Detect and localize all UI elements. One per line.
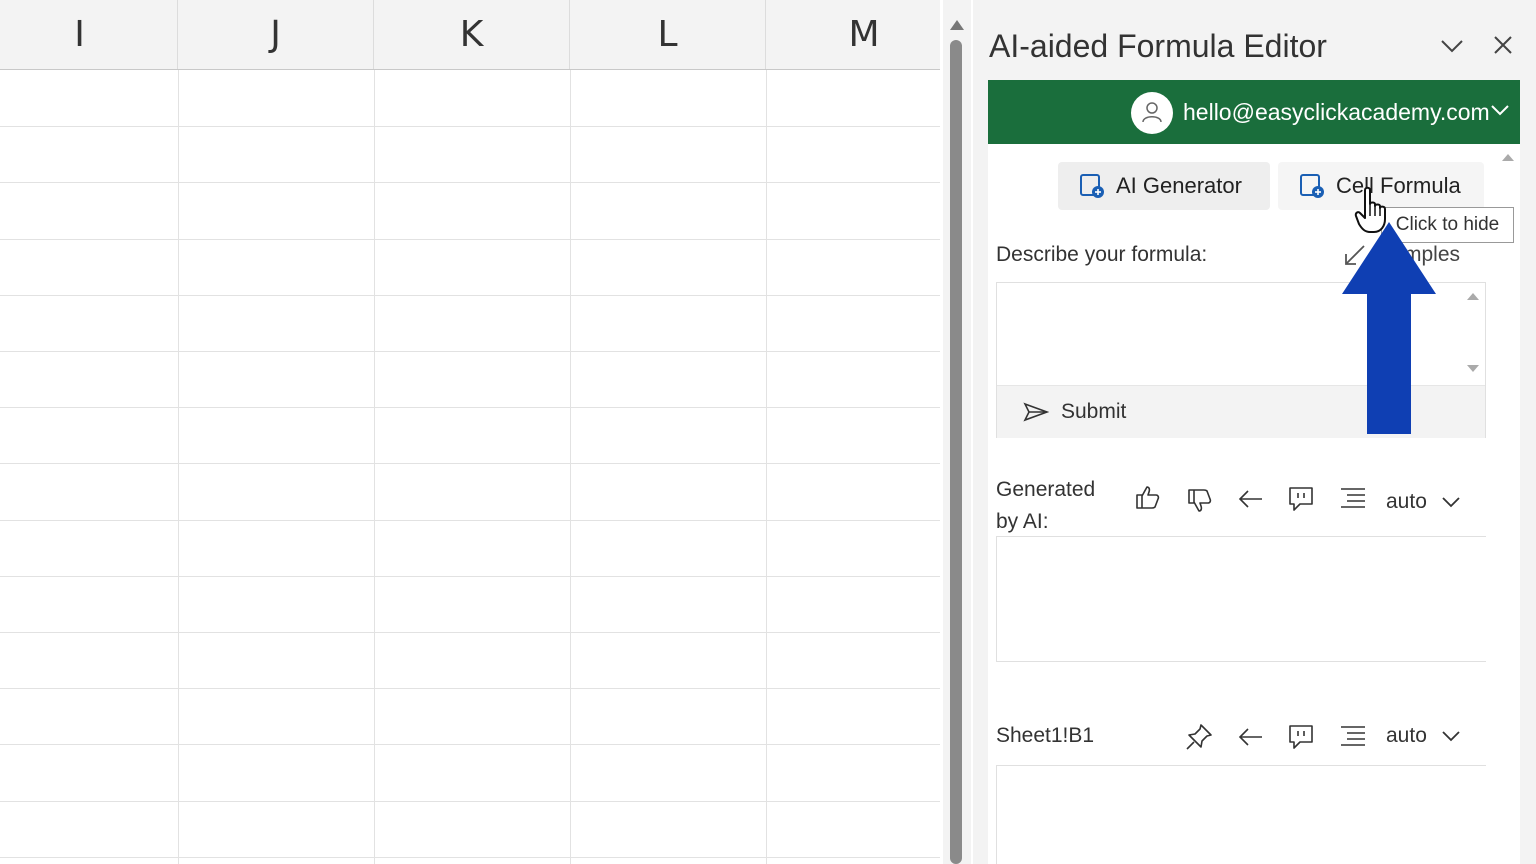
task-pane: AI-aided Formula Editor hello@easyclicka… xyxy=(973,0,1536,864)
column-header-k[interactable]: K xyxy=(374,0,570,69)
grid-row-line xyxy=(0,295,940,296)
user-icon xyxy=(1142,102,1162,123)
pin-icon[interactable] xyxy=(1184,722,1214,752)
close-icon[interactable] xyxy=(1491,33,1515,57)
chevron-down-icon[interactable] xyxy=(1490,102,1510,118)
generated-formula-output[interactable] xyxy=(996,536,1486,662)
comment-icon[interactable] xyxy=(1286,722,1316,752)
addin-body: AI Generator Cell Formula Describe your … xyxy=(988,144,1520,864)
add-document-icon xyxy=(1080,174,1104,198)
grid-row-line xyxy=(0,407,940,408)
prompt-scroll-down-arrow[interactable] xyxy=(1467,365,1479,372)
chevron-down-icon xyxy=(1442,497,1460,508)
add-document-icon xyxy=(1300,174,1324,198)
grid-row-line xyxy=(0,632,940,633)
cell-mode-select[interactable]: auto xyxy=(1386,724,1461,748)
comment-icon[interactable] xyxy=(1286,484,1316,514)
grid-row-line xyxy=(0,520,940,521)
tab-ai-generator[interactable]: AI Generator xyxy=(1058,162,1270,210)
grid-row-line xyxy=(0,463,940,464)
align-lines-icon[interactable] xyxy=(1338,484,1368,514)
arrow-left-icon[interactable] xyxy=(1236,484,1266,514)
thumbs-down-icon[interactable] xyxy=(1184,486,1214,516)
sheet-vertical-scrollbar[interactable] xyxy=(943,0,971,864)
cell-formula-output[interactable] xyxy=(996,765,1486,864)
generated-mode-select[interactable]: auto xyxy=(1386,490,1461,514)
generated-by-ai-label: Generated by AI: xyxy=(996,478,1096,533)
chevron-down-icon xyxy=(1442,731,1460,742)
scroll-up-arrow[interactable] xyxy=(950,20,964,30)
annotation-arrow-up-icon xyxy=(1342,222,1436,434)
pane-title: AI-aided Formula Editor xyxy=(989,28,1327,64)
column-header-l[interactable]: L xyxy=(570,0,766,69)
column-header-row: I J K L M xyxy=(0,0,940,70)
account-email: hello@easyclickacademy.com xyxy=(1183,99,1490,125)
column-header-j[interactable]: J xyxy=(178,0,374,69)
align-lines-icon[interactable] xyxy=(1338,722,1368,752)
grid-row-line xyxy=(0,857,940,858)
arrow-left-icon[interactable] xyxy=(1236,722,1266,752)
spreadsheet-grid[interactable]: I J K L M xyxy=(0,0,940,864)
grid-row-line xyxy=(0,126,940,127)
grid-row-line xyxy=(0,744,940,745)
describe-formula-label: Describe your formula: xyxy=(996,243,1208,266)
thumbs-up-icon[interactable] xyxy=(1132,482,1162,512)
grid-row-line xyxy=(0,239,940,240)
account-bar[interactable]: hello@easyclickacademy.com xyxy=(988,80,1520,144)
hand-pointer-cursor-icon xyxy=(1354,186,1386,233)
grid-row-line xyxy=(0,688,940,689)
column-header-m[interactable]: M xyxy=(766,0,940,69)
avatar[interactable] xyxy=(1131,92,1173,134)
grid-row-line xyxy=(0,351,940,352)
submit-label: Submit xyxy=(1061,400,1127,423)
cell-reference-label: Sheet1!B1 xyxy=(996,724,1095,747)
prompt-scroll-up-arrow[interactable] xyxy=(1467,293,1479,300)
send-icon xyxy=(1023,402,1049,422)
addin-scroll-up-arrow[interactable] xyxy=(1502,154,1514,161)
column-header-i[interactable]: I xyxy=(0,0,178,69)
grid-row-line xyxy=(0,801,940,802)
chevron-down-icon[interactable] xyxy=(1439,34,1465,58)
grid-row-line xyxy=(0,182,940,183)
scroll-thumb[interactable] xyxy=(950,40,962,864)
grid-row-line xyxy=(0,576,940,577)
